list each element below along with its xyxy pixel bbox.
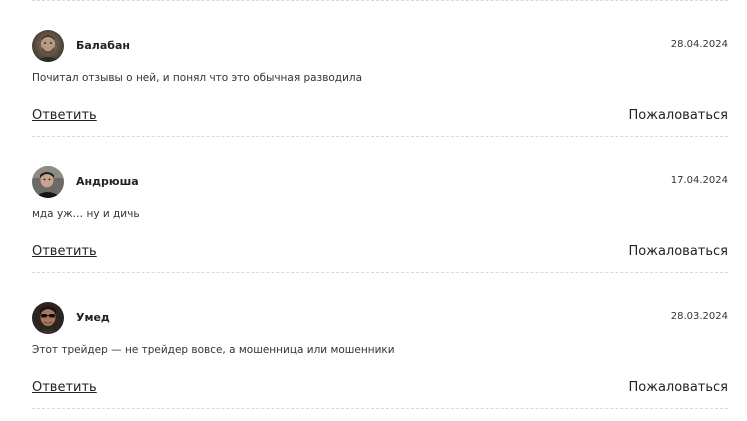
reply-link[interactable]: Ответить [32, 244, 97, 259]
reply-link[interactable]: Ответить [32, 108, 97, 123]
report-link[interactable]: Пожаловаться [629, 380, 729, 395]
comment-author: Андрюша [76, 175, 139, 188]
comment-item: Андрюша 17.04.2024 мда уж… ну и дичь Отв… [32, 137, 728, 272]
comment-item: Умед 28.03.2024 Этот трейдер — не трейде… [32, 273, 728, 408]
comment-header: Балабан 28.04.2024 [32, 30, 728, 62]
divider [32, 408, 728, 409]
comment-text: Почитал отзывы о ней, и понял что это об… [32, 72, 363, 84]
comment-text: мда уж… ну и дичь [32, 208, 140, 220]
comment-author: Умед [76, 311, 110, 324]
avatar [32, 166, 64, 198]
avatar [32, 302, 64, 334]
comment-header: Умед 28.03.2024 [32, 302, 728, 334]
report-link[interactable]: Пожаловаться [629, 108, 729, 123]
comment-date: 17.04.2024 [670, 175, 728, 186]
comment-author: Балабан [76, 39, 130, 52]
user-photo-icon [32, 302, 64, 334]
user-photo-icon [32, 166, 64, 198]
comments-list: Балабан 28.04.2024 Почитал отзывы о ней,… [32, 0, 728, 409]
reply-link[interactable]: Ответить [32, 380, 97, 395]
avatar [32, 30, 64, 62]
comment-header: Андрюша 17.04.2024 [32, 166, 728, 198]
comment-item: Балабан 28.04.2024 Почитал отзывы о ней,… [32, 1, 728, 136]
comment-date: 28.03.2024 [670, 311, 728, 322]
comment-date: 28.04.2024 [670, 39, 728, 50]
comment-text: Этот трейдер — не трейдер вовсе, а мошен… [32, 344, 395, 356]
user-photo-icon [32, 30, 64, 62]
report-link[interactable]: Пожаловаться [629, 244, 729, 259]
